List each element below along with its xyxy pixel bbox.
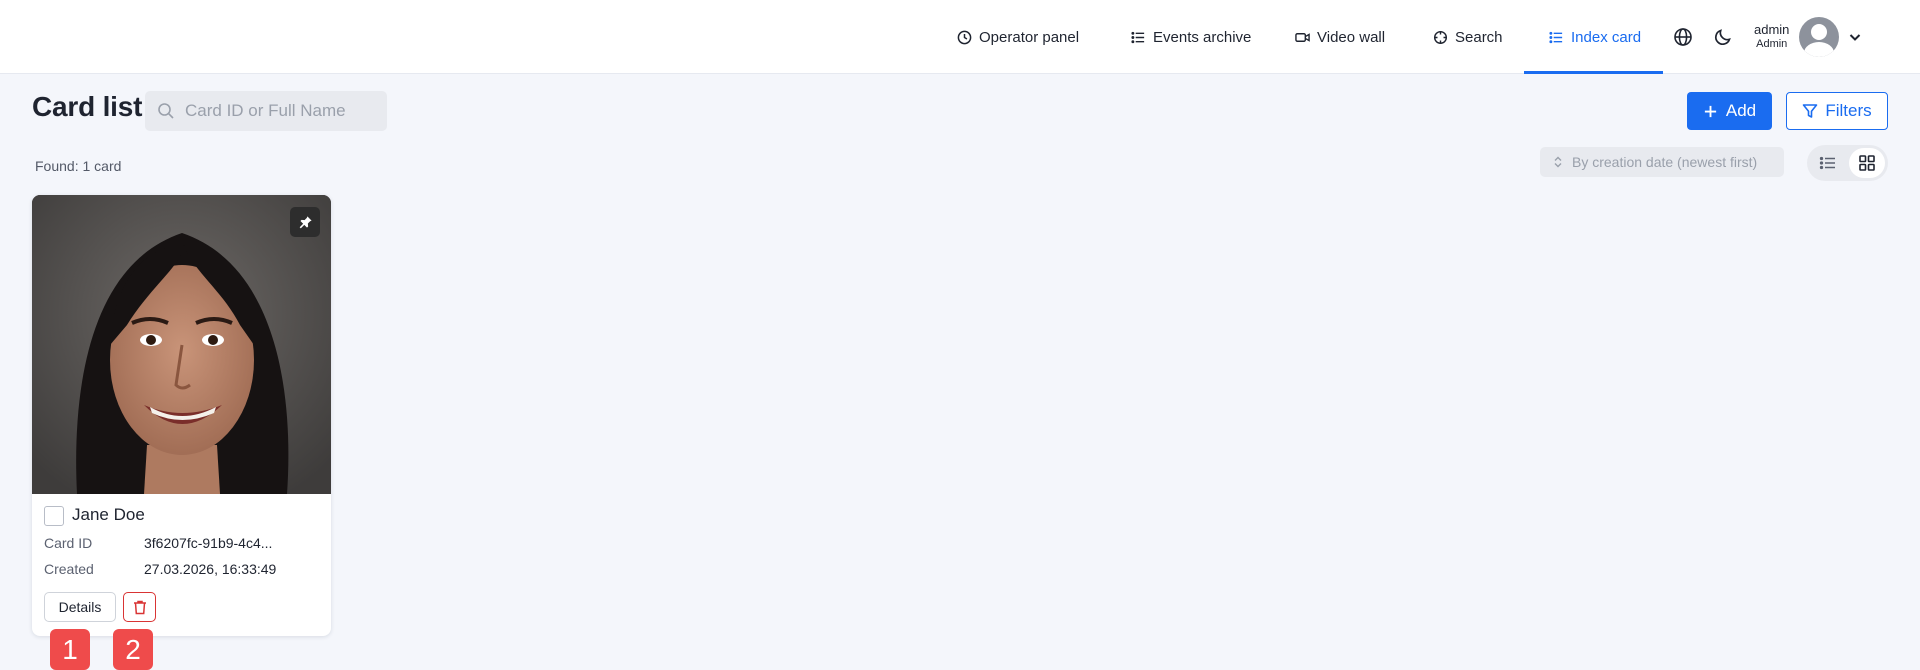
details-button[interactable]: Details: [44, 592, 116, 622]
card-select-checkbox[interactable]: [44, 506, 64, 526]
video-camera-icon: [1295, 32, 1310, 42]
globe-icon: [1674, 28, 1692, 46]
card-id-label: Card ID: [44, 535, 93, 551]
search-field[interactable]: [145, 91, 387, 131]
annotation-marker-2: 2: [113, 629, 153, 670]
list-icon: [1549, 31, 1563, 43]
card-full-name: Jane Doe: [72, 505, 145, 524]
filter-icon: [1803, 104, 1818, 118]
language-button[interactable]: [1670, 24, 1696, 50]
sort-select-label: By creation date (newest first): [1572, 154, 1758, 170]
delete-button[interactable]: [123, 592, 156, 622]
page-title: Card list: [32, 91, 143, 122]
nav-item-label: Operator panel: [979, 28, 1080, 46]
index-card: Jane Doe Card ID 3f6207fc-91b9-4c4... Cr…: [32, 195, 331, 636]
search-input[interactable]: [185, 101, 375, 121]
user-name: admin: [1754, 22, 1790, 37]
results-count: Found: 1 card: [35, 158, 122, 174]
top-navigation-bar: Operator panel Events archive Video wall…: [0, 0, 1920, 74]
clock-icon: [957, 30, 972, 44]
created-value: 27.03.2026, 16:33:49: [144, 561, 277, 577]
sort-arrows-icon: [1554, 156, 1562, 168]
card-id-value: 3f6207fc-91b9-4c4...: [144, 535, 273, 551]
filters-button-label: Filters: [1825, 101, 1872, 120]
add-button[interactable]: Add: [1687, 92, 1772, 130]
user-info: admin Admin: [1754, 22, 1789, 52]
nav-item-label: Video wall: [1317, 28, 1386, 46]
nav-item-label: Events archive: [1153, 28, 1252, 46]
active-tab-underline: [1524, 71, 1663, 74]
list-view-button[interactable]: [1810, 148, 1846, 178]
sort-select[interactable]: By creation date (newest first): [1540, 147, 1784, 177]
chevron-down-icon: [1850, 34, 1861, 41]
nav-item-events-archive[interactable]: Events archive: [1131, 0, 1251, 74]
nav-item-search[interactable]: Search: [1433, 0, 1503, 74]
add-button-label: Add: [1725, 101, 1757, 120]
nav-item-index-card[interactable]: Index card: [1549, 0, 1641, 74]
annotation-marker-1: 1: [50, 629, 90, 670]
search-icon: [158, 103, 174, 119]
pin-icon: [299, 215, 312, 228]
nav-item-label: Search: [1455, 28, 1503, 46]
crosshair-icon: [1433, 30, 1448, 44]
pin-button[interactable]: [290, 207, 320, 237]
trash-icon: [133, 600, 146, 614]
theme-toggle-button[interactable]: [1710, 24, 1736, 50]
moon-icon: [1714, 29, 1731, 46]
grid-view-icon: [1859, 155, 1875, 171]
portrait-image: [32, 195, 331, 494]
created-label: Created: [44, 561, 94, 577]
view-mode-toggle: [1807, 145, 1888, 181]
user-role: Admin: [1756, 38, 1788, 51]
filters-button[interactable]: Filters: [1786, 92, 1888, 130]
nav-item-video-wall[interactable]: Video wall: [1295, 0, 1385, 74]
user-menu[interactable]: admin Admin: [1754, 16, 1863, 58]
nav-item-operator-panel[interactable]: Operator panel: [957, 0, 1079, 74]
grid-view-button[interactable]: [1849, 148, 1885, 178]
nav-item-label: Index card: [1571, 28, 1642, 46]
avatar: [1799, 17, 1840, 57]
list-icon: [1131, 31, 1145, 43]
person-photo: [32, 195, 331, 494]
plus-icon: [1704, 105, 1716, 117]
list-view-icon: [1819, 156, 1835, 170]
